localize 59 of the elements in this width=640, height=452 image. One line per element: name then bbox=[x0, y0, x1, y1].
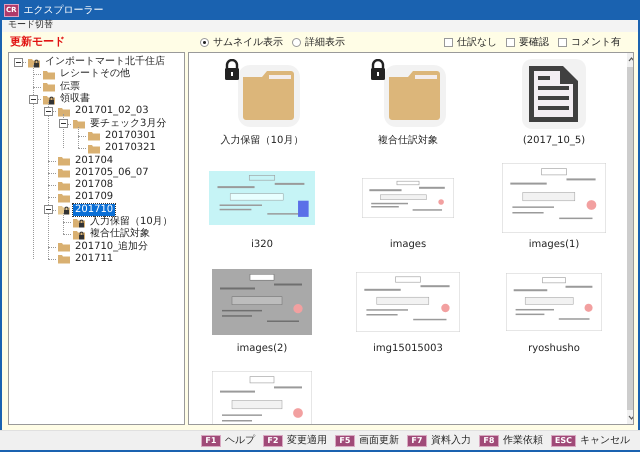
tree-item[interactable]: 201710_追加分 bbox=[73, 240, 150, 253]
filter-label[interactable]: 仕訳なし bbox=[457, 34, 497, 50]
mode-label: 更新モード bbox=[10, 34, 66, 50]
function-key[interactable]: F2 bbox=[262, 434, 283, 446]
tree-item[interactable]: 要チェック3月分 bbox=[88, 118, 168, 130]
thumbnail-label[interactable]: 複合仕訳対象 bbox=[378, 132, 438, 150]
view-option-label[interactable]: 詳細表示 bbox=[305, 34, 345, 50]
tree-item[interactable]: 領収書 bbox=[58, 93, 92, 106]
function-key[interactable]: F5 bbox=[334, 434, 355, 446]
expand-toggle-icon[interactable] bbox=[44, 205, 53, 214]
filter-label[interactable]: コメント有 bbox=[571, 34, 621, 50]
tree-item[interactable]: インポートマート北千住店 bbox=[43, 56, 167, 68]
document-icon[interactable] bbox=[522, 59, 586, 129]
radio-button[interactable] bbox=[200, 38, 209, 46]
expand-toggle-icon[interactable] bbox=[29, 94, 38, 104]
tree-item[interactable]: レシートその他 bbox=[58, 68, 132, 80]
checkbox[interactable] bbox=[444, 38, 453, 46]
thumbnail-label[interactable]: images(2) bbox=[236, 340, 288, 358]
function-key-label: 画面更新 bbox=[358, 434, 399, 448]
tree-item[interactable]: 複合仕訳対象 bbox=[88, 228, 152, 240]
function-key-label: ヘルプ bbox=[224, 434, 255, 448]
thumbnail-label[interactable]: ryoshusho bbox=[528, 340, 580, 358]
function-key[interactable]: F7 bbox=[406, 434, 427, 446]
tree-item[interactable]: 20170321 bbox=[103, 142, 158, 154]
function-key-label: キャンセル bbox=[580, 434, 630, 448]
radio-button[interactable] bbox=[292, 38, 301, 46]
tree-item[interactable]: 20170301 bbox=[103, 130, 158, 142]
expand-toggle-icon[interactable] bbox=[59, 119, 68, 128]
tree-item[interactable]: 201709 bbox=[73, 191, 116, 204]
thumbnail-label[interactable]: img15015003 bbox=[373, 340, 443, 358]
thumbnail-label[interactable]: 入力保留（10月） bbox=[220, 132, 304, 150]
tree-item[interactable]: 201711 bbox=[73, 252, 116, 265]
checkbox[interactable] bbox=[558, 38, 567, 46]
thumbnail-label[interactable]: (2017_10_5) bbox=[522, 132, 586, 150]
function-key[interactable]: ESC bbox=[550, 434, 576, 446]
tree-item[interactable]: 201704 bbox=[73, 154, 116, 167]
thumbnail-label[interactable]: images bbox=[390, 236, 426, 254]
thumbnail-label[interactable]: images(1) bbox=[528, 236, 580, 254]
window-title: エクスプローラー bbox=[24, 4, 104, 18]
tree-item[interactable]: 伝票 bbox=[58, 80, 82, 93]
locked-folder-icon[interactable] bbox=[370, 59, 446, 129]
function-key[interactable]: F8 bbox=[478, 434, 499, 446]
tree-item[interactable]: 201705_06_07 bbox=[73, 166, 151, 179]
tree-item[interactable]: 入力保留（10月） bbox=[88, 216, 175, 228]
checkbox[interactable] bbox=[506, 38, 515, 46]
tree-item[interactable]: 201701_02_03 bbox=[73, 105, 151, 118]
view-option-label[interactable]: サムネイル表示 bbox=[213, 34, 283, 50]
function-key[interactable]: F1 bbox=[200, 434, 221, 446]
tree-item[interactable]: 201708 bbox=[73, 179, 116, 192]
thumbnail-label[interactable]: i320 bbox=[251, 236, 273, 254]
expand-toggle-icon[interactable] bbox=[14, 58, 23, 67]
menu-item[interactable]: モード切替 bbox=[8, 19, 53, 33]
filter-label[interactable]: 要確認 bbox=[519, 34, 549, 50]
function-key-label: 変更適用 bbox=[286, 434, 327, 448]
function-key-label: 資料入力 bbox=[430, 434, 471, 448]
expand-toggle-icon[interactable] bbox=[44, 106, 53, 116]
function-key-label: 作業依頼 bbox=[502, 434, 543, 448]
tree-item[interactable]: 201710 bbox=[73, 204, 116, 216]
locked-folder-icon[interactable] bbox=[224, 59, 300, 129]
